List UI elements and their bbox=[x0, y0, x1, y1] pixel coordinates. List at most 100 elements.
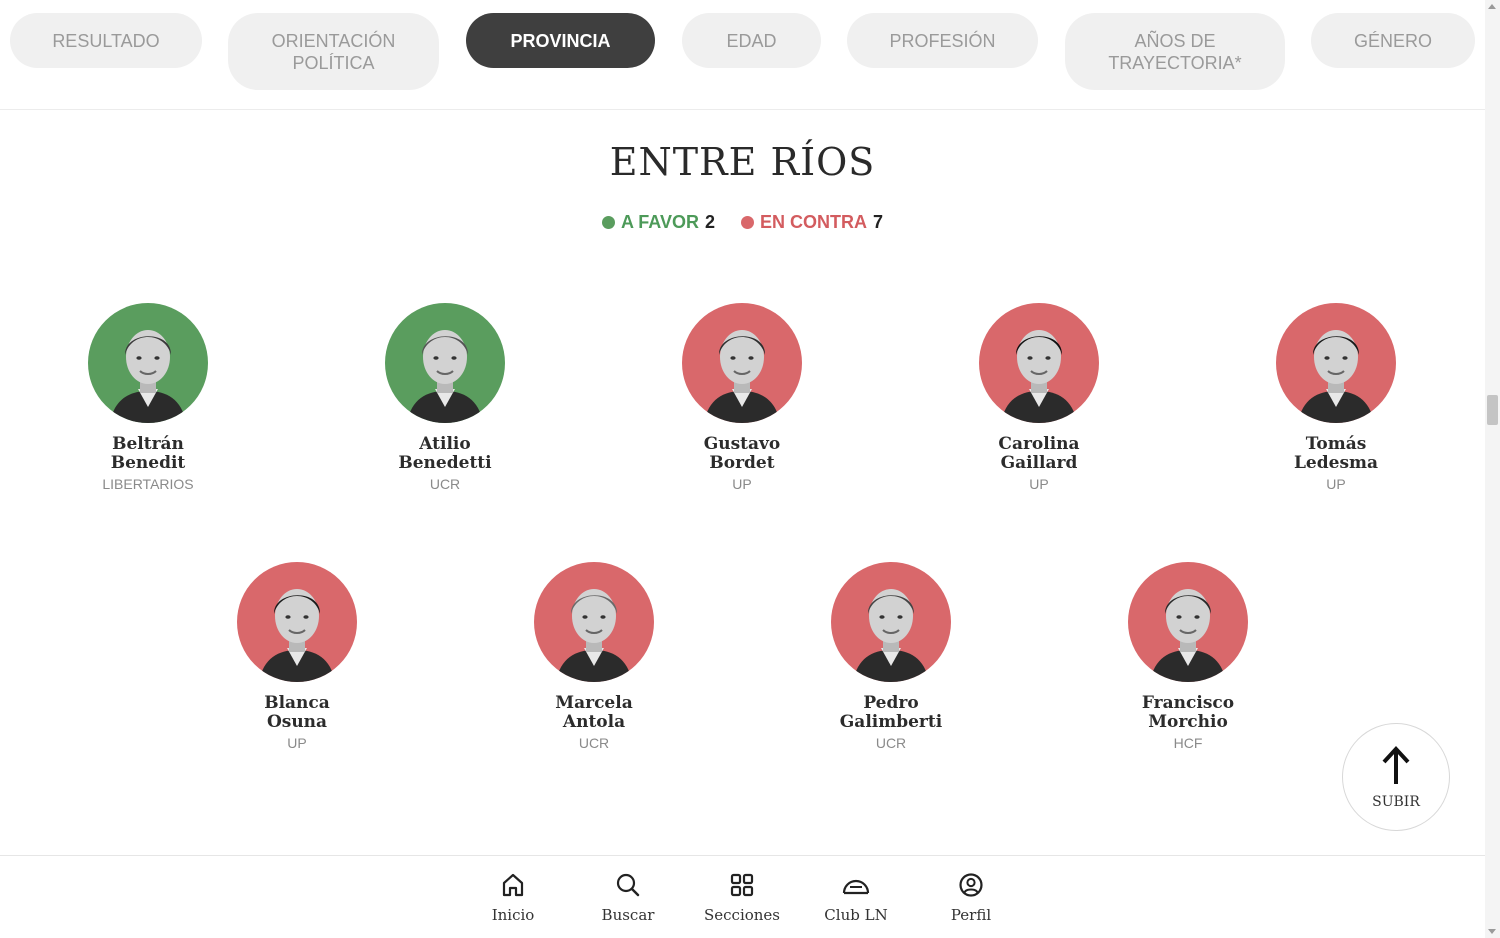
tally-favor: A FAVOR 2 bbox=[601, 212, 715, 233]
tab-orientacion-politica[interactable]: ORIENTACIÓN POLÍTICA bbox=[228, 13, 439, 90]
portrait-icon bbox=[1001, 330, 1077, 423]
nav-buscar[interactable]: Buscar bbox=[573, 872, 683, 924]
arrow-up-icon bbox=[1382, 746, 1410, 784]
legislator-photo bbox=[831, 562, 951, 682]
bottom-nav: Inicio Buscar Secciones Club LN Perfil bbox=[0, 855, 1485, 938]
tab-edad[interactable]: EDAD bbox=[682, 13, 821, 68]
legislator-card[interactable]: Blanca Osuna UP bbox=[187, 562, 407, 751]
legislator-photo bbox=[534, 562, 654, 682]
province-title: ENTRE RÍOS bbox=[609, 140, 876, 184]
nav-perfil[interactable]: Perfil bbox=[916, 872, 1026, 924]
tab-provincia[interactable]: PROVINCIA bbox=[466, 13, 655, 68]
contra-count: 7 bbox=[873, 212, 884, 232]
legislator-last-name: Galimberti bbox=[839, 712, 943, 732]
legislator-name: Blanca Osuna bbox=[187, 694, 407, 732]
scrollbar[interactable] bbox=[1485, 0, 1500, 938]
legislator-card[interactable]: Beltrán Benedit LIBERTARIOS bbox=[38, 303, 258, 492]
legislator-first-name: Atilio bbox=[419, 434, 471, 454]
favor-dot-icon bbox=[601, 216, 615, 229]
legislator-name: Gustavo Bordet bbox=[632, 435, 852, 473]
legislator-card[interactable]: Atilio Benedetti UCR bbox=[335, 303, 555, 492]
legislator-last-name: Antola bbox=[562, 712, 626, 732]
nav-club-ln[interactable]: Club LN bbox=[801, 872, 911, 924]
nav-inicio[interactable]: Inicio bbox=[458, 872, 568, 924]
portrait-icon bbox=[704, 330, 780, 423]
legislator-name: Pedro Galimberti bbox=[781, 694, 1001, 732]
legislator-last-name: Bordet bbox=[709, 453, 775, 473]
tab-anos-de-trayectoria[interactable]: AÑOS DE TRAYECTORIA* bbox=[1065, 13, 1285, 90]
legislator-party: UP bbox=[1326, 476, 1346, 492]
legislator-card[interactable]: Gustavo Bordet UP bbox=[632, 303, 852, 492]
legislator-first-name: Gustavo bbox=[703, 434, 781, 454]
portrait-icon bbox=[1298, 330, 1374, 423]
legislator-card[interactable]: Pedro Galimberti UCR bbox=[781, 562, 1001, 751]
legislator-card[interactable]: Marcela Antola UCR bbox=[484, 562, 704, 751]
legislator-first-name: Carolina bbox=[998, 434, 1080, 454]
legislator-last-name: Morchio bbox=[1148, 712, 1228, 732]
legislator-name: Beltrán Benedit bbox=[38, 435, 258, 473]
tab-profesion[interactable]: PROFESIÓN bbox=[847, 13, 1038, 68]
legislator-party: UCR bbox=[429, 476, 461, 492]
legislator-photo bbox=[1128, 562, 1248, 682]
legislator-party: UCR bbox=[875, 735, 907, 751]
legislator-name: Marcela Antola bbox=[484, 694, 704, 732]
legislator-last-name: Gaillard bbox=[1000, 453, 1078, 473]
filter-tabs: RESULTADO ORIENTACIÓN POLÍTICA PROVINCIA… bbox=[0, 0, 1485, 110]
legislator-photo bbox=[88, 303, 208, 423]
legislator-photo bbox=[385, 303, 505, 423]
legislator-photo bbox=[1276, 303, 1396, 423]
legislator-party: UP bbox=[732, 476, 752, 492]
nav-label: Buscar bbox=[601, 906, 655, 924]
nav-secciones[interactable]: Secciones bbox=[687, 872, 797, 924]
nav-label: Secciones bbox=[703, 906, 781, 924]
home-icon bbox=[502, 873, 524, 897]
portrait-icon bbox=[556, 589, 632, 682]
legislator-card[interactable]: Tomás Ledesma UP bbox=[1226, 303, 1446, 492]
grid-icon bbox=[730, 873, 754, 897]
legislator-photo bbox=[682, 303, 802, 423]
club-icon bbox=[842, 879, 870, 895]
legislator-name: Atilio Benedetti bbox=[335, 435, 555, 473]
tab-resultado[interactable]: RESULTADO bbox=[10, 13, 202, 68]
legislator-last-name: Ledesma bbox=[1293, 453, 1379, 473]
tally-contra: EN CONTRA 7 bbox=[741, 212, 883, 233]
contra-dot-icon bbox=[741, 216, 754, 229]
contra-label: EN CONTRA bbox=[760, 212, 867, 232]
nav-label: Club LN bbox=[824, 906, 888, 924]
portrait-icon bbox=[853, 589, 929, 682]
legislator-first-name: Pedro bbox=[863, 693, 919, 713]
legislator-photo bbox=[237, 562, 357, 682]
scroll-down-arrow-icon[interactable] bbox=[1488, 929, 1496, 934]
legislator-first-name: Tomás bbox=[1305, 434, 1367, 454]
legislator-card[interactable]: Francisco Morchio HCF bbox=[1078, 562, 1298, 751]
legislator-last-name: Osuna bbox=[266, 712, 328, 732]
legislator-name: Tomás Ledesma bbox=[1226, 435, 1446, 473]
legislator-first-name: Beltrán bbox=[112, 434, 184, 454]
vote-tally: A FAVOR 2 EN CONTRA 7 bbox=[0, 212, 1485, 233]
scroll-top-button[interactable]: SUBIR bbox=[1342, 723, 1450, 831]
legislator-card[interactable]: Carolina Gaillard UP bbox=[929, 303, 1149, 492]
favor-count: 2 bbox=[704, 212, 715, 232]
portrait-icon bbox=[407, 330, 483, 423]
legislator-party: UP bbox=[287, 735, 307, 751]
profile-icon bbox=[959, 873, 983, 897]
legislator-party: UCR bbox=[578, 735, 610, 751]
legislator-name: Francisco Morchio bbox=[1078, 694, 1298, 732]
legislator-name: Carolina Gaillard bbox=[929, 435, 1149, 473]
nav-label: Inicio bbox=[491, 906, 535, 924]
scroll-thumb[interactable] bbox=[1487, 395, 1498, 425]
favor-label: A FAVOR bbox=[620, 212, 699, 232]
legislator-first-name: Francisco bbox=[1141, 693, 1235, 713]
search-icon bbox=[616, 873, 640, 897]
tab-genero[interactable]: GÉNERO bbox=[1311, 13, 1475, 68]
legislator-first-name: Marcela bbox=[555, 693, 633, 713]
legislator-party: HCF bbox=[1173, 735, 1203, 751]
scroll-top-label: SUBIR bbox=[1372, 794, 1420, 810]
legislator-last-name: Benedetti bbox=[398, 453, 492, 473]
legislator-last-name: Benedit bbox=[110, 453, 186, 473]
nav-label: Perfil bbox=[950, 906, 992, 924]
scroll-up-arrow-icon[interactable] bbox=[1488, 4, 1496, 9]
legislator-first-name: Blanca bbox=[264, 693, 330, 713]
portrait-icon bbox=[110, 330, 186, 423]
portrait-icon bbox=[1150, 589, 1226, 682]
